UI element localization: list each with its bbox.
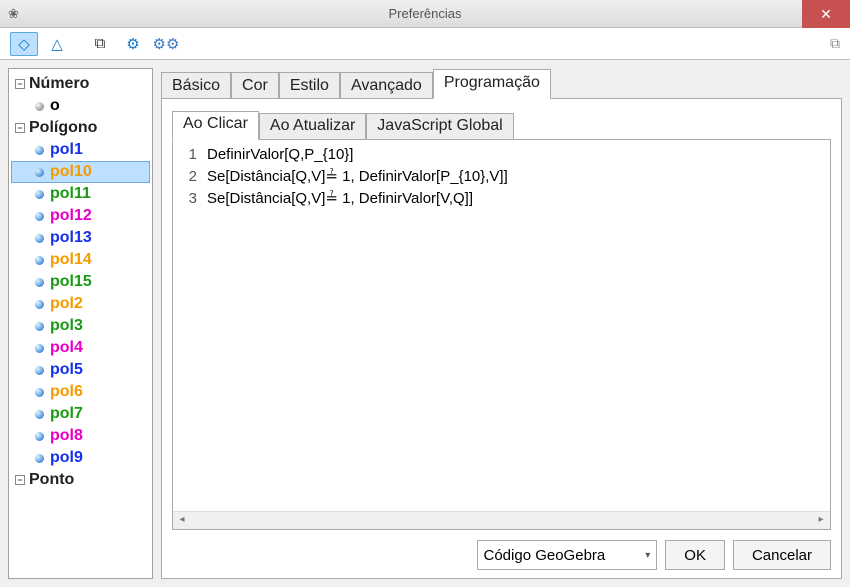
tree-item-label: pol11 — [50, 185, 91, 203]
tree-group-numero[interactable]: − Número — [11, 73, 150, 95]
detach-icon[interactable]: ⧉ — [830, 35, 840, 52]
tab-avancado[interactable]: Avançado — [340, 72, 433, 99]
tree-item[interactable]: pol11 — [11, 183, 150, 205]
tree-item-label: pol3 — [50, 317, 83, 335]
titlebar: ❀ Preferências ✕ — [0, 0, 850, 28]
objects-icon[interactable]: ◇ — [10, 32, 38, 56]
tab-programacao[interactable]: Programação — [433, 69, 551, 99]
scroll-left-icon[interactable]: ◂ — [173, 512, 191, 530]
toolbar: ◇ △ ⧉ ⚙ ⚙⚙ ⧉ — [0, 28, 850, 60]
defaults-icon[interactable]: ⚙ — [119, 32, 147, 56]
bullet-icon — [35, 388, 44, 397]
tree-item-label: pol9 — [50, 449, 83, 467]
bullet-icon — [35, 234, 44, 243]
tree-item[interactable]: pol15 — [11, 271, 150, 293]
tree-item[interactable]: pol4 — [11, 337, 150, 359]
app-icon: ❀ — [8, 6, 19, 22]
tab-basico[interactable]: Básico — [161, 72, 231, 99]
bullet-icon — [35, 322, 44, 331]
object-tree[interactable]: − Número o − Polígono pol1 pol10 pol11 pol1… — [8, 68, 153, 579]
advanced-icon[interactable]: ⚙⚙ — [152, 32, 180, 56]
subtab-aoclicar[interactable]: Ao Clicar — [172, 111, 259, 140]
tree-item-label: pol7 — [50, 405, 83, 423]
bullet-icon — [35, 366, 44, 375]
tree-item-label: pol13 — [50, 229, 92, 247]
tree-item-label: pol8 — [50, 427, 83, 445]
bullet-icon — [35, 410, 44, 419]
tree-item-label: pol6 — [50, 383, 83, 401]
tree-item-label: pol12 — [50, 207, 92, 225]
bullet-icon — [35, 344, 44, 353]
bullet-icon — [35, 256, 44, 265]
bullet-icon — [35, 168, 44, 177]
script-language-select[interactable]: Código GeoGebra ▾ — [477, 540, 658, 570]
tree-group-label: Ponto — [29, 471, 74, 489]
tree-item[interactable]: pol12 — [11, 205, 150, 227]
tree-item[interactable]: pol5 — [11, 359, 150, 381]
tree-item[interactable]: pol2 — [11, 293, 150, 315]
tree-item-label: pol5 — [50, 361, 83, 379]
collapse-icon[interactable]: − — [15, 79, 25, 89]
collapse-icon[interactable]: − — [15, 475, 25, 485]
tree-item[interactable]: pol10 — [11, 161, 150, 183]
subtab-jsglobal[interactable]: JavaScript Global — [366, 113, 513, 140]
tree-item[interactable]: pol8 — [11, 425, 150, 447]
tree-item[interactable]: o — [11, 95, 150, 117]
main-tabs: Básico Cor Estilo Avançado Programação — [161, 68, 842, 98]
cancel-button[interactable]: Cancelar — [733, 540, 831, 570]
select-value: Código GeoGebra — [484, 547, 606, 564]
bullet-icon — [35, 190, 44, 199]
tree-item[interactable]: pol1 — [11, 139, 150, 161]
tree-item[interactable]: pol7 — [11, 403, 150, 425]
code-editor[interactable]: DefinirValor[Q,P_{10}]Se[Distância[Q,V]≟… — [203, 140, 830, 511]
tree-item[interactable]: pol3 — [11, 315, 150, 337]
subtab-aoatualizar[interactable]: Ao Atualizar — [259, 113, 366, 140]
tree-group-ponto[interactable]: − Ponto — [11, 469, 150, 491]
collapse-icon[interactable]: − — [15, 123, 25, 133]
window-title: Preferências — [389, 6, 462, 21]
tree-item[interactable]: pol9 — [11, 447, 150, 469]
bullet-icon — [35, 454, 44, 463]
bullet-icon — [35, 432, 44, 441]
tree-item-label: o — [50, 97, 60, 115]
sub-tabs: Ao Clicar Ao Atualizar JavaScript Global — [172, 109, 831, 139]
tree-item[interactable]: pol6 — [11, 381, 150, 403]
bullet-icon — [35, 212, 44, 221]
tree-item[interactable]: pol13 — [11, 227, 150, 249]
graphics-icon[interactable]: △ — [43, 32, 71, 56]
tree-item-label: pol4 — [50, 339, 83, 357]
bullet-icon — [35, 278, 44, 287]
line-gutter: 123 — [173, 140, 203, 511]
tree-group-poligono[interactable]: − Polígono — [11, 117, 150, 139]
tree-item-label: pol15 — [50, 273, 92, 291]
bullet-icon — [35, 102, 44, 111]
tree-item-label: pol1 — [50, 141, 83, 159]
ok-button[interactable]: OK — [665, 540, 725, 570]
tree-item-label: pol2 — [50, 295, 83, 313]
tree-item[interactable]: pol14 — [11, 249, 150, 271]
chevron-down-icon: ▾ — [645, 550, 650, 561]
tree-item-label: pol10 — [50, 163, 92, 181]
scroll-right-icon[interactable]: ▸ — [812, 512, 830, 530]
tab-estilo[interactable]: Estilo — [279, 72, 340, 99]
close-button[interactable]: ✕ — [802, 0, 850, 28]
tree-group-label: Número — [29, 75, 89, 93]
horizontal-scrollbar[interactable]: ◂ ▸ — [173, 511, 830, 529]
bullet-icon — [35, 300, 44, 309]
bullet-icon — [35, 146, 44, 155]
tree-item-label: pol14 — [50, 251, 92, 269]
tree-group-label: Polígono — [29, 119, 97, 137]
layout-icon[interactable]: ⧉ — [86, 32, 114, 56]
tab-cor[interactable]: Cor — [231, 72, 279, 99]
